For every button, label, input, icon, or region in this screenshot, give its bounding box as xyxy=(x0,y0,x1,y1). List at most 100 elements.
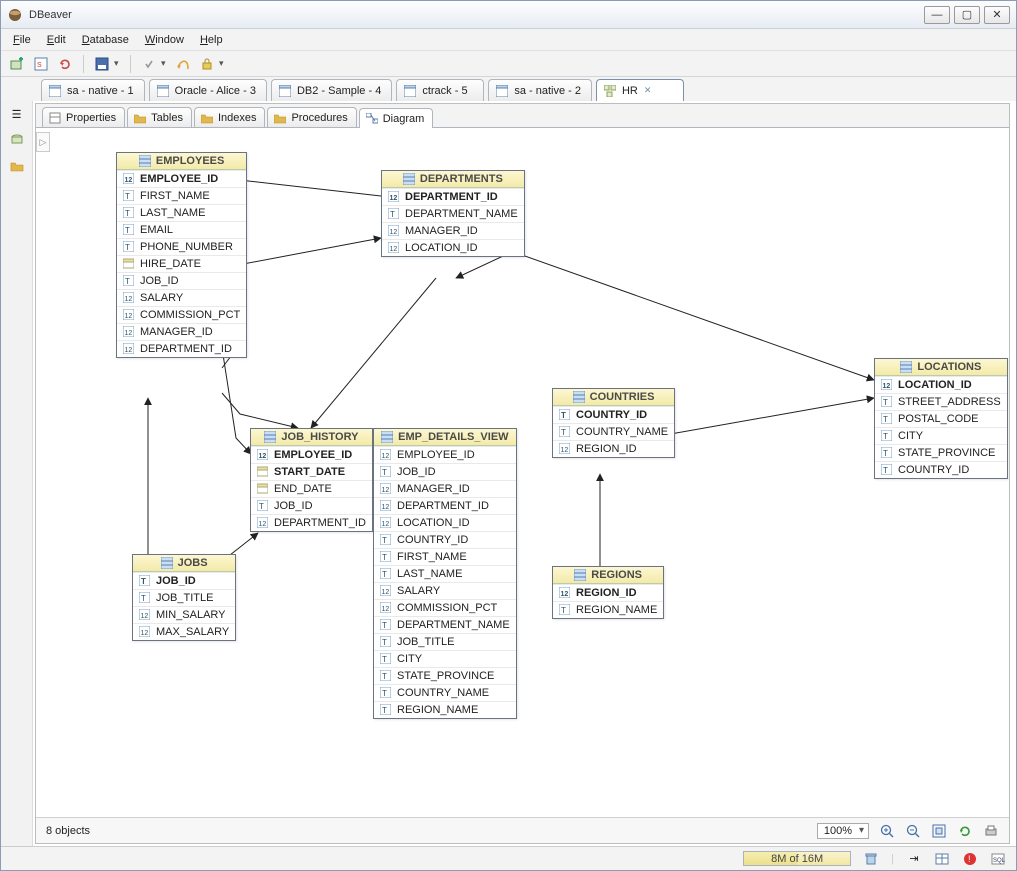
er-column[interactable]: 12MANAGER_ID xyxy=(117,323,246,340)
er-column[interactable]: 12LOCATION_ID xyxy=(374,514,516,531)
er-column[interactable]: START_DATE xyxy=(251,463,372,480)
rollback-button[interactable] xyxy=(173,54,193,74)
er-column[interactable]: TLAST_NAME xyxy=(117,204,246,221)
er-column[interactable]: HIRE_DATE xyxy=(117,255,246,272)
er-column[interactable]: 12SALARY xyxy=(117,289,246,306)
memory-bar[interactable]: 8M of 16M xyxy=(743,851,851,866)
er-column[interactable]: TDEPARTMENT_NAME xyxy=(382,205,524,222)
close-icon[interactable]: ✕ xyxy=(644,85,652,96)
format-icon[interactable]: ⇥ xyxy=(906,851,922,867)
er-column[interactable]: TLAST_NAME xyxy=(374,565,516,582)
maximize-button[interactable]: ▢ xyxy=(954,6,980,24)
er-column[interactable]: TJOB_ID xyxy=(251,497,372,514)
er-column[interactable]: END_DATE xyxy=(251,480,372,497)
er-column[interactable]: TCOUNTRY_ID xyxy=(553,406,674,423)
er-table-header[interactable]: COUNTRIES xyxy=(553,389,674,406)
zoom-in-icon[interactable] xyxy=(879,823,895,839)
er-column[interactable]: 12EMPLOYEE_ID xyxy=(251,446,372,463)
save-dropdown-icon[interactable]: ▾ xyxy=(114,58,122,69)
editor-tab-2[interactable]: DB2 - Sample - 4 xyxy=(271,79,392,101)
new-connection-button[interactable] xyxy=(7,54,27,74)
menu-database[interactable]: Database xyxy=(74,32,137,48)
er-table-header[interactable]: EMP_DETAILS_VIEW xyxy=(374,429,516,446)
fit-to-screen-icon[interactable] xyxy=(931,823,947,839)
diagram-area[interactable]: ▷ EMPLOYEES12EMPLOYEE_IDTFIRST_NAMETLAST… xyxy=(36,128,1009,817)
grid-icon[interactable] xyxy=(934,851,950,867)
er-column[interactable]: TREGION_NAME xyxy=(374,701,516,718)
minimize-button[interactable]: — xyxy=(924,6,950,24)
er-column[interactable]: TJOB_ID xyxy=(117,272,246,289)
er-table-header[interactable]: JOB_HISTORY xyxy=(251,429,372,446)
editor-tab-3[interactable]: ctrack - 5 xyxy=(396,79,484,101)
sql-console-icon[interactable]: SQL xyxy=(990,851,1006,867)
er-table-header[interactable]: REGIONS xyxy=(553,567,663,584)
commit-button[interactable] xyxy=(139,54,159,74)
lock-dropdown-icon[interactable]: ▾ xyxy=(219,58,227,69)
er-column[interactable]: TFIRST_NAME xyxy=(117,187,246,204)
er-column[interactable]: 12LOCATION_ID xyxy=(875,376,1007,393)
er-column[interactable]: TSTATE_PROVINCE xyxy=(875,444,1007,461)
sql-editor-button[interactable]: S xyxy=(31,54,51,74)
er-column[interactable]: TSTATE_PROVINCE xyxy=(374,667,516,684)
save-button[interactable] xyxy=(92,54,112,74)
database-navigator-icon[interactable] xyxy=(8,131,26,149)
menu-window[interactable]: Window xyxy=(137,32,192,48)
trash-icon[interactable] xyxy=(863,851,879,867)
er-table-regions[interactable]: REGIONS12REGION_IDTREGION_NAME xyxy=(552,566,664,619)
er-column[interactable]: 12COMMISSION_PCT xyxy=(117,306,246,323)
er-column[interactable]: 12DEPARTMENT_ID xyxy=(251,514,372,531)
er-column[interactable]: 12MANAGER_ID xyxy=(374,480,516,497)
er-table-header[interactable]: LOCATIONS xyxy=(875,359,1007,376)
print-icon[interactable] xyxy=(983,823,999,839)
er-table-departments[interactable]: DEPARTMENTS12DEPARTMENT_IDTDEPARTMENT_NA… xyxy=(381,170,525,257)
er-column[interactable]: TEMAIL xyxy=(117,221,246,238)
er-column[interactable]: TSTREET_ADDRESS xyxy=(875,393,1007,410)
er-table-header[interactable]: JOBS xyxy=(133,555,235,572)
outline-icon[interactable]: ☰ xyxy=(8,105,26,123)
er-column[interactable]: TCITY xyxy=(875,427,1007,444)
menu-help[interactable]: Help xyxy=(192,32,231,48)
refresh-button[interactable] xyxy=(55,54,75,74)
error-log-icon[interactable]: ! xyxy=(962,851,978,867)
lock-button[interactable] xyxy=(197,54,217,74)
er-column[interactable]: TCITY xyxy=(374,650,516,667)
menu-edit[interactable]: Edit xyxy=(39,32,74,48)
subtab-properties[interactable]: Properties xyxy=(42,107,125,127)
er-column[interactable]: 12REGION_ID xyxy=(553,440,674,457)
er-column[interactable]: TJOB_TITLE xyxy=(374,633,516,650)
er-table-jobs[interactable]: JOBSTJOB_IDTJOB_TITLE12MIN_SALARY12MAX_S… xyxy=(132,554,236,641)
er-column[interactable]: 12EMPLOYEE_ID xyxy=(117,170,246,187)
er-column[interactable]: 12LOCATION_ID xyxy=(382,239,524,256)
zoom-select[interactable]: 100% xyxy=(817,823,869,839)
commit-dropdown-icon[interactable]: ▾ xyxy=(161,58,169,69)
er-table-locations[interactable]: LOCATIONS12LOCATION_IDTSTREET_ADDRESSTPO… xyxy=(874,358,1008,479)
er-column[interactable]: TCOUNTRY_ID xyxy=(875,461,1007,478)
editor-tab-0[interactable]: sa - native - 1 xyxy=(41,79,145,101)
er-column[interactable]: TJOB_ID xyxy=(133,572,235,589)
er-column[interactable]: 12DEPARTMENT_ID xyxy=(374,497,516,514)
er-column[interactable]: 12REGION_ID xyxy=(553,584,663,601)
menu-file[interactable]: File xyxy=(5,32,39,48)
subtab-procedures[interactable]: Procedures xyxy=(267,107,356,127)
er-table-empdetails[interactable]: EMP_DETAILS_VIEW12EMPLOYEE_IDTJOB_ID12MA… xyxy=(373,428,517,719)
er-table-header[interactable]: EMPLOYEES xyxy=(117,153,246,170)
er-column[interactable]: 12DEPARTMENT_ID xyxy=(382,188,524,205)
er-table-jobhistory[interactable]: JOB_HISTORY12EMPLOYEE_IDSTART_DATEEND_DA… xyxy=(250,428,373,532)
er-column[interactable]: 12MIN_SALARY xyxy=(133,606,235,623)
zoom-out-icon[interactable] xyxy=(905,823,921,839)
titlebar[interactable]: DBeaver — ▢ ✕ xyxy=(1,1,1016,29)
editor-tab-5[interactable]: HR✕ xyxy=(596,79,684,101)
projects-icon[interactable] xyxy=(8,157,26,175)
er-column[interactable]: TCOUNTRY_ID xyxy=(374,531,516,548)
er-column[interactable]: 12SALARY xyxy=(374,582,516,599)
er-table-header[interactable]: DEPARTMENTS xyxy=(382,171,524,188)
subtab-tables[interactable]: Tables xyxy=(127,107,192,127)
editor-tab-1[interactable]: Oracle - Alice - 3 xyxy=(149,79,267,101)
close-window-button[interactable]: ✕ xyxy=(984,6,1010,24)
er-column[interactable]: 12MANAGER_ID xyxy=(382,222,524,239)
er-column[interactable]: TCOUNTRY_NAME xyxy=(374,684,516,701)
editor-tab-4[interactable]: sa - native - 2 xyxy=(488,79,592,101)
er-column[interactable]: 12DEPARTMENT_ID xyxy=(117,340,246,357)
er-column[interactable]: TPHONE_NUMBER xyxy=(117,238,246,255)
er-column[interactable]: TPOSTAL_CODE xyxy=(875,410,1007,427)
